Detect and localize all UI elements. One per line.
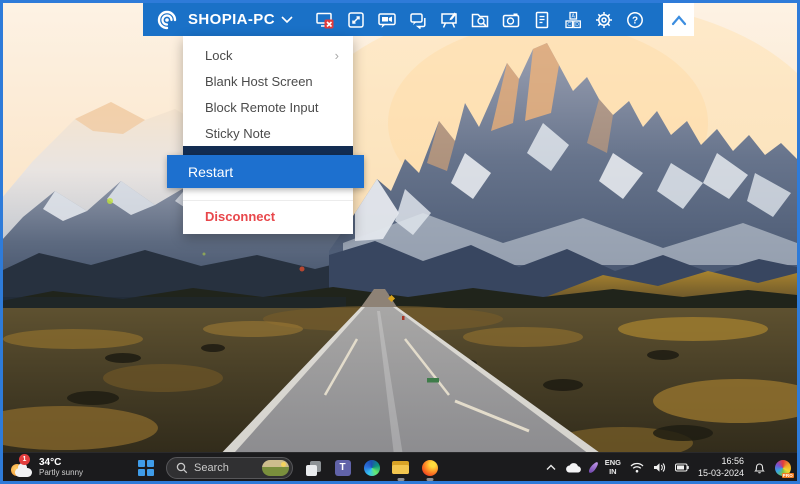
taskbar-app-edge[interactable] [363, 455, 380, 481]
volume-icon[interactable] [653, 462, 666, 473]
submenu-chevron-icon: › [335, 48, 339, 63]
remote-app-tray-icon[interactable]: PRO [775, 460, 791, 476]
start-button[interactable] [138, 460, 154, 476]
menu-item-block-remote-input[interactable]: Block Remote Input [183, 94, 353, 120]
taskbar-app-teams[interactable]: T [334, 455, 351, 481]
clock[interactable]: 16:56 15-03-2024 [698, 456, 744, 479]
screenshot-camera-icon[interactable] [501, 10, 521, 30]
collapse-toolbar-button[interactable] [663, 3, 694, 36]
menu-item-label: Lock [205, 48, 232, 63]
clock-date: 15-03-2024 [698, 468, 744, 479]
menu-item-sticky-note[interactable]: Sticky Note [183, 120, 353, 146]
remote-toolbar: SHOPIA-PC [143, 3, 694, 36]
cloud-icon [15, 468, 32, 477]
wifi-icon[interactable] [630, 462, 644, 473]
monitor-disconnect-icon[interactable] [315, 10, 335, 30]
language-line2: IN [609, 468, 617, 476]
onedrive-cloud-icon[interactable] [565, 462, 582, 473]
weather-badge: 1 [19, 454, 30, 465]
tray-overflow-chevron[interactable] [546, 464, 556, 471]
remote-session-screen: SHOPIA-PC [0, 0, 800, 484]
menu-item-lock[interactable]: Lock › [183, 42, 353, 68]
battery-icon[interactable] [675, 463, 689, 472]
search-placeholder: Search [194, 462, 256, 474]
running-indicator [426, 478, 433, 481]
taskbar: 1 34°C Partly sunny Search [3, 452, 797, 481]
weather-icon: 1 [10, 455, 33, 479]
clock-time: 16:56 [721, 456, 744, 467]
edge-icon [364, 460, 380, 476]
language-indicator[interactable]: ENG IN [605, 459, 621, 476]
settings-gear-icon[interactable] [594, 10, 614, 30]
pro-badge: PRO [782, 473, 794, 478]
toolbar-icons: A C D [315, 10, 645, 30]
help-icon[interactable]: ? [625, 10, 645, 30]
chevron-up-icon [546, 464, 556, 471]
file-explorer-icon [392, 461, 409, 475]
menu-gap [183, 192, 353, 200]
computer-name-dropdown[interactable]: SHOPIA-PC [188, 11, 293, 28]
file-search-icon[interactable] [470, 10, 490, 30]
video-chat-icon[interactable] [377, 10, 397, 30]
windows-logo-icon [147, 469, 154, 476]
running-indicator [397, 478, 404, 481]
weather-condition: Partly sunny [39, 468, 83, 477]
menu-item-restart-active[interactable]: Restart [167, 155, 364, 188]
chat-icon[interactable] [408, 10, 428, 30]
notifications-bell-icon[interactable] [753, 461, 766, 474]
menu-item-label: Disconnect [205, 209, 275, 224]
remote-toolbar-main: SHOPIA-PC [143, 3, 663, 36]
session-menu: Lock › Blank Host Screen Block Remote In… [183, 36, 353, 234]
teams-icon: T [335, 460, 351, 476]
desktop-wallpaper [3, 3, 797, 481]
menu-item-blank-host-screen[interactable]: Blank Host Screen [183, 68, 353, 94]
pen-app-icon[interactable] [591, 461, 596, 474]
search-icon [176, 462, 188, 474]
chevron-up-icon [670, 14, 688, 26]
weather-temperature: 34°C [39, 457, 83, 469]
svg-text:?: ? [632, 15, 638, 26]
whiteboard-icon[interactable] [439, 10, 459, 30]
menu-item-label: Sticky Note [205, 126, 271, 141]
fit-screen-icon[interactable] [346, 10, 366, 30]
windows-logo-icon [138, 460, 145, 467]
restart-label: Restart [188, 164, 233, 180]
ctrl-alt-del-icon[interactable]: A C D [563, 10, 583, 30]
windows-logo-icon [147, 460, 154, 467]
app-logo-icon [155, 8, 179, 32]
windows-logo-icon [138, 469, 145, 476]
svg-text:D: D [575, 22, 579, 28]
search-input[interactable]: Search [166, 457, 293, 479]
search-daily-image[interactable] [262, 460, 289, 476]
weather-widget[interactable]: 1 34°C Partly sunny [10, 455, 83, 479]
computer-name: SHOPIA-PC [188, 11, 275, 28]
menu-item-disconnect[interactable]: Disconnect [183, 201, 353, 231]
taskbar-app-task-view[interactable] [305, 455, 322, 481]
svg-text:C: C [567, 22, 571, 28]
firefox-icon [422, 460, 438, 476]
menu-item-label: Block Remote Input [205, 100, 318, 115]
chevron-down-icon [281, 15, 293, 24]
weather-text: 34°C Partly sunny [39, 457, 83, 478]
taskbar-center: Search T [138, 453, 438, 482]
taskbar-app-file-explorer[interactable] [392, 455, 409, 481]
system-tray: ENG IN [546, 453, 791, 482]
menu-item-label: Blank Host Screen [205, 74, 313, 89]
notes-icon[interactable] [532, 10, 552, 30]
taskbar-app-firefox[interactable] [421, 455, 438, 481]
